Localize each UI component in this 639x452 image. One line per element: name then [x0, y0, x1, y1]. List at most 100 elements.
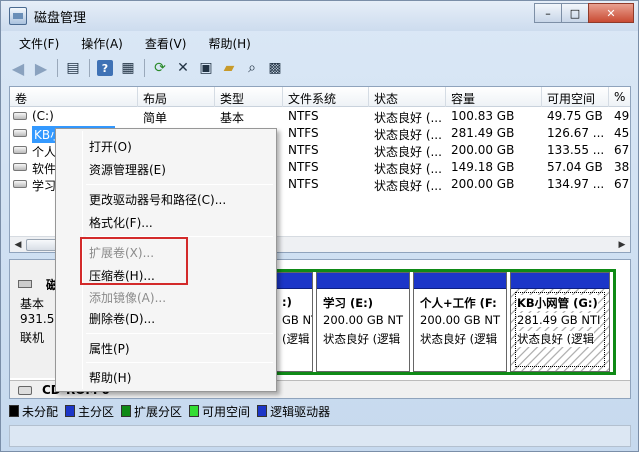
- column-type[interactable]: 类型: [215, 87, 283, 107]
- legend-swatch: [121, 405, 132, 417]
- volume-percent: 67: [614, 177, 630, 191]
- menu-item-format[interactable]: 格式化(F)...: [89, 214, 153, 231]
- volume-status: 状态良好 (...: [374, 128, 442, 142]
- properties-sheet-icon[interactable]: ▣: [195, 57, 217, 79]
- partition-label: KB小网管 (G:): [517, 295, 598, 311]
- window-title: 磁盘管理: [34, 11, 87, 26]
- column-free-space[interactable]: 可用空间: [542, 87, 609, 107]
- forward-arrow-icon[interactable]: ▶: [30, 57, 52, 79]
- scroll-right-icon[interactable]: ▶: [614, 237, 630, 252]
- column-filesystem[interactable]: 文件系统: [283, 87, 369, 107]
- volume-status: 状态良好 (...: [374, 179, 442, 193]
- toolbar: ◀ ▶ ▤ ? ▦ ⟳ ✕ ▣ ▰ ⌕ ▩: [7, 56, 287, 80]
- menu-file[interactable]: 文件(F): [7, 33, 69, 53]
- minimize-button[interactable]: –: [534, 3, 562, 23]
- volume-filesystem: NTFS: [288, 177, 319, 191]
- maximize-button[interactable]: □: [561, 3, 589, 23]
- legend-swatch: [257, 405, 268, 417]
- volume-filesystem: NTFS: [288, 143, 319, 157]
- legend-item: 未分配: [9, 403, 58, 420]
- volume-status: 状态良好 (...: [374, 162, 442, 176]
- volume-free-space: 133.55 ...: [547, 143, 605, 157]
- column-layout[interactable]: 布局: [138, 87, 215, 107]
- menu-item-properties[interactable]: 属性(P): [89, 340, 130, 357]
- volume-capacity: 200.00 GB: [451, 143, 515, 157]
- legend-label: 可用空间: [202, 404, 251, 419]
- volume-name: 学习: [32, 179, 57, 193]
- refresh-icon[interactable]: ⟳: [149, 57, 171, 79]
- close-button[interactable]: ✕: [588, 3, 634, 23]
- menu-separator: [86, 184, 273, 185]
- drive-icon: [13, 112, 27, 120]
- column-percent[interactable]: %: [609, 87, 630, 107]
- delete-icon[interactable]: ✕: [172, 57, 194, 79]
- legend-item: 可用空间: [189, 403, 250, 420]
- help-icon[interactable]: ?: [94, 57, 116, 79]
- toolbar-separator: [53, 57, 61, 79]
- menu-view[interactable]: 查看(V): [133, 33, 197, 53]
- legend: 未分配 主分区 扩展分区 可用空间 逻辑驱动器: [9, 401, 337, 421]
- legend-item: 逻辑驱动器: [257, 403, 330, 420]
- title-bar: 磁盘管理 – □ ✕: [1, 1, 638, 31]
- volume-percent: 67: [614, 143, 630, 157]
- disk-management-window: 磁盘管理 – □ ✕ 文件(F) 操作(A) 查看(V) 帮助(H) ◀ ▶ ▤…: [0, 0, 639, 452]
- volume-capacity: 200.00 GB: [451, 177, 515, 191]
- volume-percent: 45: [614, 126, 630, 140]
- volume-status: 状态良好 (...: [374, 145, 442, 159]
- menu-item-open[interactable]: 打开(O): [89, 138, 132, 155]
- volume-percent: 49: [614, 109, 630, 123]
- partition-size: GB NT: [282, 313, 312, 327]
- legend-item: 扩展分区: [121, 403, 182, 420]
- legend-item: 主分区: [65, 403, 114, 420]
- volume-filesystem: NTFS: [288, 126, 319, 140]
- table-row[interactable]: (C:) 简单 基本 NTFS 状态良好 (... 100.83 GB 49.7…: [10, 108, 630, 125]
- volume-capacity: 149.18 GB: [451, 160, 515, 174]
- window-controls: – □ ✕: [534, 3, 634, 23]
- partition-block[interactable]: 学习 (E:) 200.00 GB NT 状态良好 (逻辑: [316, 272, 410, 372]
- column-status[interactable]: 状态: [369, 87, 446, 107]
- column-capacity[interactable]: 容量: [446, 87, 542, 107]
- menu-item-help[interactable]: 帮助(H): [89, 369, 131, 386]
- partition-block[interactable]: :) GB NT (逻辑: [275, 272, 313, 372]
- menu-action[interactable]: 操作(A): [69, 33, 133, 53]
- volume-free-space: 134.97 ...: [547, 177, 605, 191]
- toolbar-separator: [140, 57, 148, 79]
- menu-help[interactable]: 帮助(H): [196, 33, 260, 53]
- properties-icon[interactable]: ▦: [117, 57, 139, 79]
- drive-icon: [13, 180, 27, 188]
- toolbar-separator: [85, 57, 93, 79]
- volume-list-header: 卷 布局 类型 文件系统 状态 容量 可用空间 %: [10, 87, 630, 107]
- menu-item-change-drive-letter[interactable]: 更改驱动器号和路径(C)...: [89, 191, 226, 208]
- search-icon[interactable]: ⌕: [241, 57, 263, 79]
- volume-capacity: 281.49 GB: [451, 126, 515, 140]
- column-volume[interactable]: 卷: [10, 87, 138, 107]
- scroll-left-icon[interactable]: ◀: [10, 237, 26, 252]
- drive-icon: [13, 146, 27, 154]
- volume-free-space: 57.04 GB: [547, 160, 603, 174]
- volume-name: 个人: [32, 145, 57, 159]
- menu-separator: [86, 362, 273, 363]
- highlight-box: [80, 237, 188, 285]
- console-tree-icon[interactable]: ▤: [62, 57, 84, 79]
- disk-management-icon: [9, 7, 27, 25]
- menu-separator: [86, 333, 273, 334]
- back-arrow-icon[interactable]: ◀: [7, 57, 29, 79]
- partition-size: 200.00 GB NT: [420, 313, 500, 327]
- partition-bar: [511, 273, 609, 289]
- menu-item-explorer[interactable]: 资源管理器(E): [89, 161, 166, 178]
- partition-block[interactable]: 个人+工作 (F: 200.00 GB NT 状态良好 (逻辑: [413, 272, 507, 372]
- volume-filesystem: NTFS: [288, 109, 319, 123]
- partition-size: 281.49 GB NTI: [517, 313, 601, 327]
- partition-label: :): [282, 295, 292, 309]
- legend-swatch: [189, 405, 200, 417]
- partition-bar: [276, 273, 312, 289]
- partition-label: 个人+工作 (F:: [420, 296, 497, 310]
- menu-item-delete-volume[interactable]: 删除卷(D)...: [89, 310, 155, 327]
- partition-block-selected[interactable]: KB小网管 (G:) 281.49 GB NTI 状态良好 (逻辑: [510, 272, 610, 372]
- volume-percent: 38: [614, 160, 630, 174]
- partition-status: 状态良好 (逻辑: [517, 331, 595, 347]
- volume-filesystem: NTFS: [288, 160, 319, 174]
- partition-status: (逻辑: [282, 332, 310, 346]
- open-folder-icon[interactable]: ▰: [218, 57, 240, 79]
- disk-settings-icon[interactable]: ▩: [264, 57, 286, 79]
